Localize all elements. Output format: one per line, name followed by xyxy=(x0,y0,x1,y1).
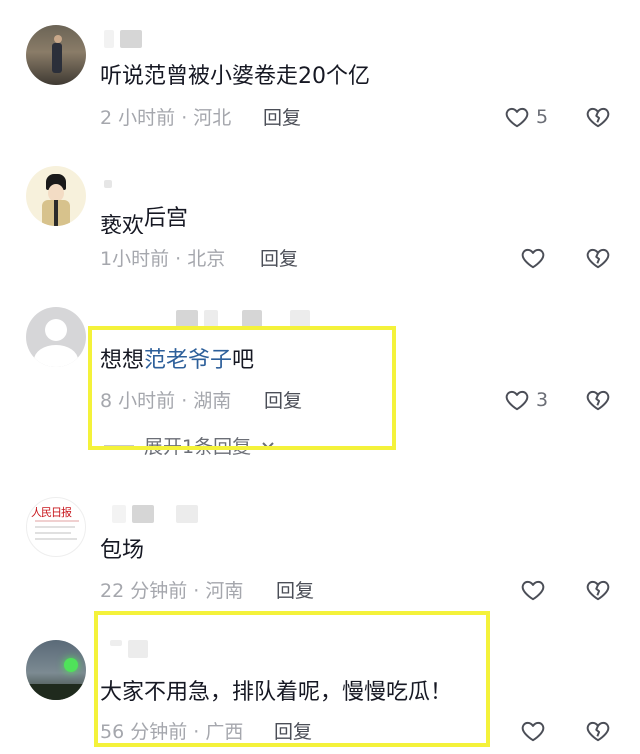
like-button[interactable] xyxy=(520,718,546,744)
comment-meta: 1小时前 · 北京 xyxy=(100,248,226,270)
like-count: 3 xyxy=(536,389,549,411)
dislike-button[interactable] xyxy=(584,245,612,275)
comment-text: 包场 xyxy=(100,538,145,563)
dislike-button[interactable] xyxy=(584,577,612,607)
comment-text: 听说范曾被小婆卷走20个亿 xyxy=(100,64,370,89)
heart-icon xyxy=(521,580,545,601)
heart-icon xyxy=(521,721,545,742)
broken-heart-icon xyxy=(586,580,610,601)
avatar[interactable] xyxy=(26,640,86,700)
highlight-box xyxy=(94,611,490,747)
comment-text: 亵欢后宫 xyxy=(100,206,189,234)
dislike-button[interactable] xyxy=(584,718,612,748)
avatar-brand-text: 人民日报 xyxy=(31,506,72,519)
dislike-button[interactable] xyxy=(584,104,612,134)
avatar[interactable] xyxy=(26,307,86,367)
reply-button[interactable]: 回复 xyxy=(263,106,301,130)
username-redacted xyxy=(104,30,142,48)
like-button[interactable] xyxy=(520,245,546,271)
avatar[interactable]: 人民日报 xyxy=(26,497,86,557)
broken-heart-icon xyxy=(586,721,610,742)
avatar[interactable] xyxy=(26,25,86,85)
highlight-box xyxy=(88,326,396,450)
like-button[interactable]: 5 xyxy=(504,104,548,130)
avatar[interactable] xyxy=(26,166,86,226)
broken-heart-icon xyxy=(586,248,610,269)
username-redacted xyxy=(112,505,198,523)
reply-button[interactable]: 回复 xyxy=(276,579,314,603)
comment-meta: 22 分钟前 · 河南 xyxy=(100,580,244,602)
broken-heart-icon xyxy=(586,107,610,128)
reply-button[interactable]: 回复 xyxy=(260,247,298,271)
like-button[interactable]: 3 xyxy=(504,387,548,413)
comment-meta: 2 小时前 · 河北 xyxy=(100,107,232,129)
heart-icon xyxy=(505,107,529,128)
broken-heart-icon xyxy=(586,390,610,411)
like-button[interactable] xyxy=(520,577,546,603)
dislike-button[interactable] xyxy=(584,387,612,417)
username-redacted xyxy=(104,180,112,198)
heart-icon xyxy=(505,390,529,411)
like-count: 5 xyxy=(536,106,549,128)
heart-icon xyxy=(521,248,545,269)
